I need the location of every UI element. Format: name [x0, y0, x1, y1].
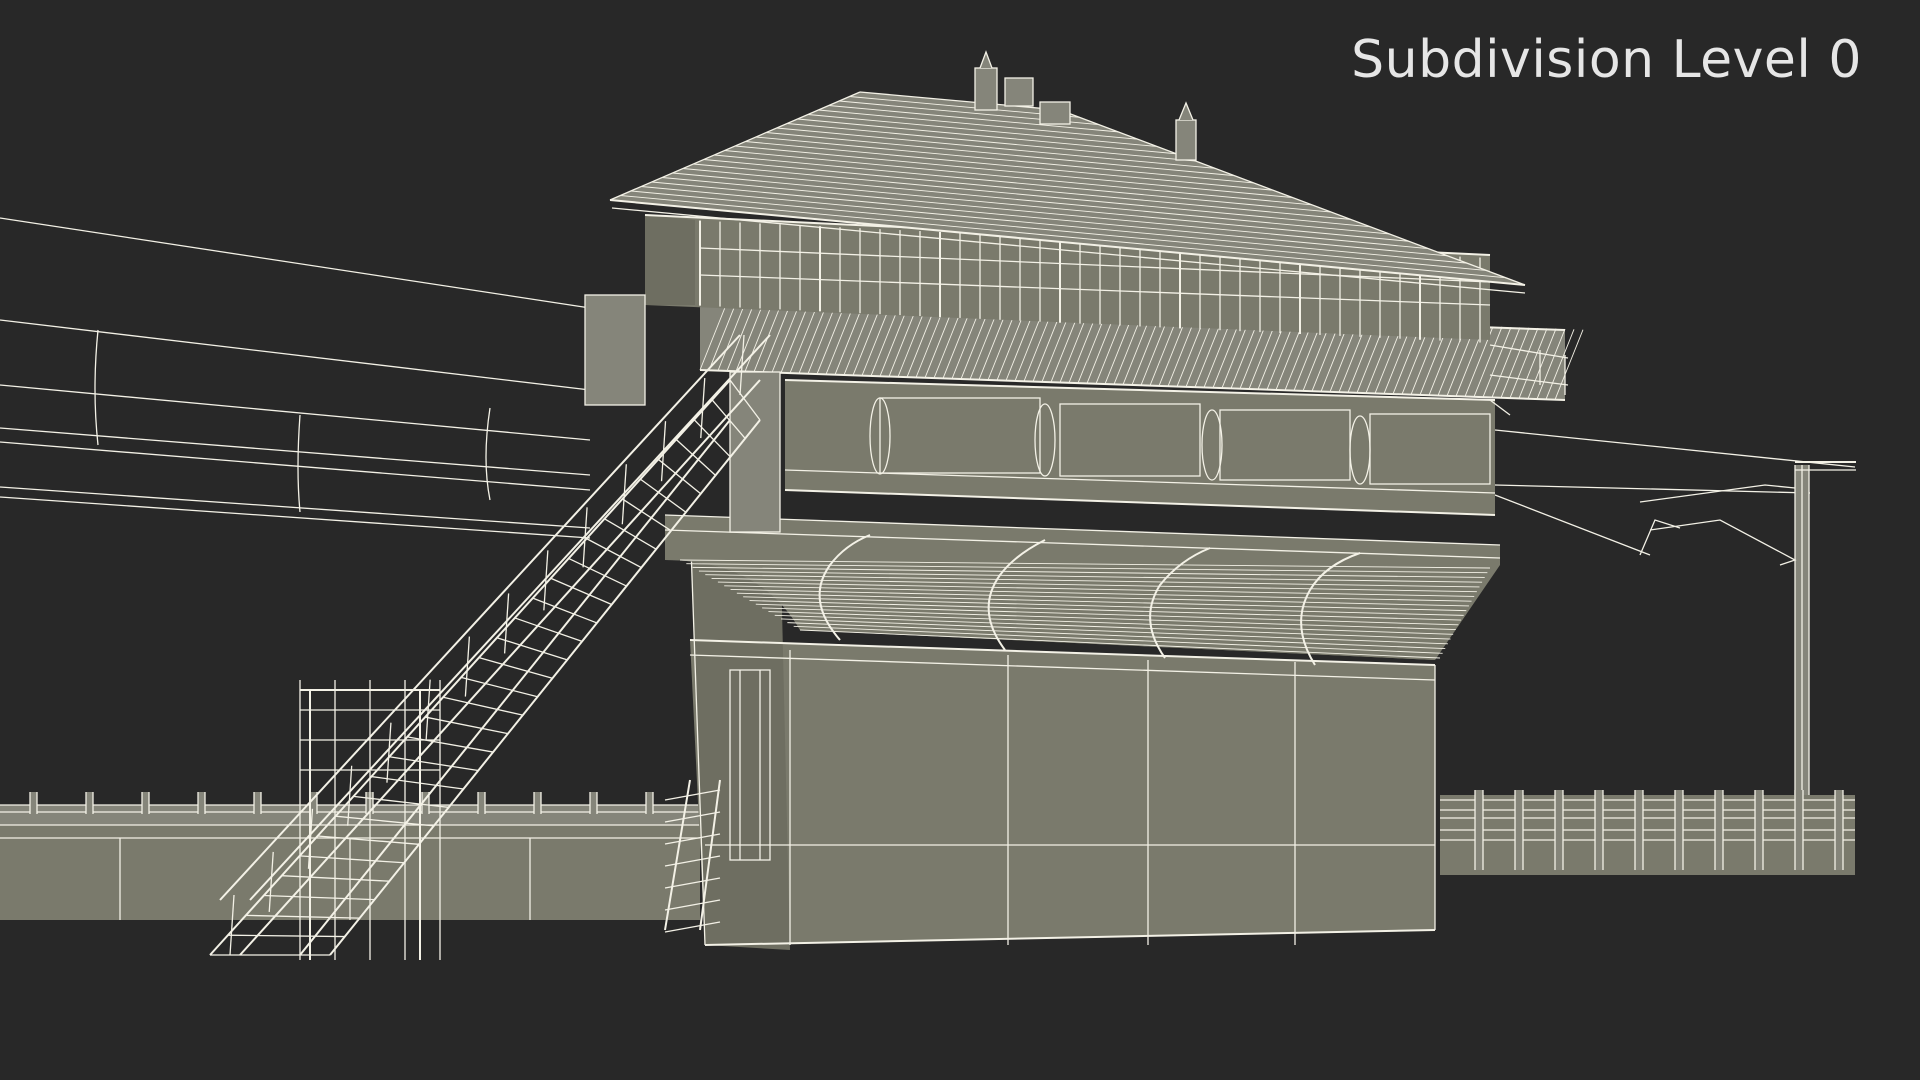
- subdivision-level-label: Subdivision Level 0: [1351, 30, 1862, 90]
- platform-railing-left: [0, 804, 700, 920]
- model-render: [0, 50, 1856, 960]
- 3d-viewport[interactable]: Subdivision Level 0: [0, 0, 1920, 1080]
- panelled-band: [784, 379, 1496, 516]
- platform-railing-right: [1440, 795, 1855, 875]
